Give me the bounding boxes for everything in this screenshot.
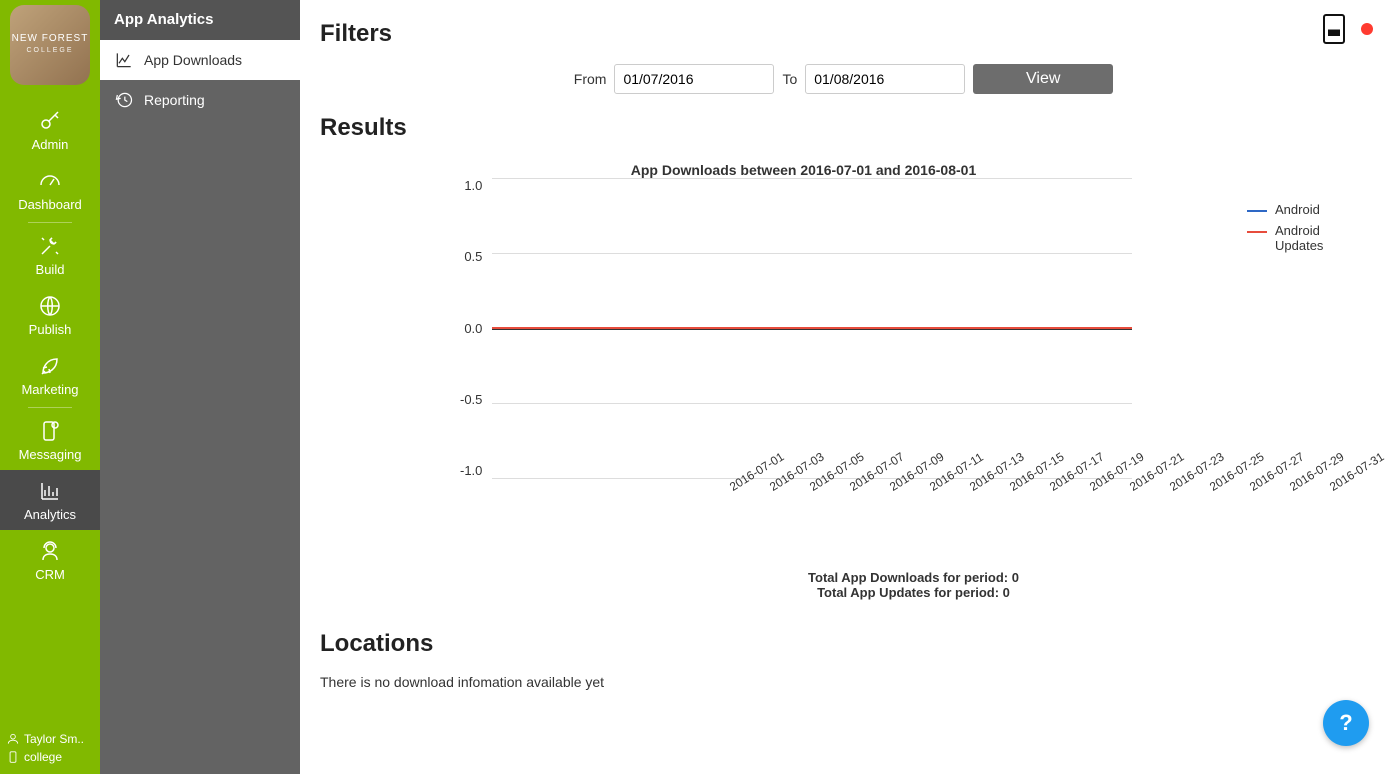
primary-nav-rail: NEW FOREST COLLEGE Admin Dashboard Build [0,0,100,774]
tools-icon [38,234,62,258]
filters-heading: Filters [320,20,1367,48]
preview-phone-icon[interactable] [1323,14,1345,44]
gauge-icon [38,169,62,193]
rail-item-marketing[interactable]: Marketing [0,345,100,405]
chart-grid-line [492,403,1132,404]
from-label: From [574,71,607,87]
footer-org-name: college [24,750,62,764]
status-red-dot[interactable] [1361,23,1373,35]
legend-label: Android Updates [1275,223,1367,253]
downloads-graph-icon [114,50,134,70]
subnav-panel: App Analytics App Downloads Reporting [100,0,300,774]
clock-back-icon [114,90,134,110]
chart-container: App Downloads between 2016-07-01 and 201… [320,162,1367,600]
locations-heading: Locations [320,630,1367,658]
help-icon: ? [1339,710,1352,736]
main-content: Filters From To View Results App Downloa… [300,0,1397,774]
chart-grid-line [492,178,1132,179]
globe-icon [38,294,62,318]
key-icon [38,109,62,133]
brand-line2: COLLEGE [12,45,89,57]
rail-item-crm[interactable]: CRM [0,530,100,590]
y-tick: 0.0 [464,321,482,336]
rail-separator [28,407,72,408]
rail-item-dashboard[interactable]: Dashboard [0,160,100,220]
rail-item-build[interactable]: Build [0,225,100,285]
locations-empty-text: There is no download infomation availabl… [320,674,1367,690]
y-tick: -0.5 [460,392,482,407]
rail-label: Analytics [24,507,76,522]
chart-totals: Total App Downloads for period: 0 Total … [460,570,1367,600]
rail-label: Marketing [21,382,78,397]
rail-label: Publish [29,322,72,337]
series-line-android-updates [492,327,1132,329]
rail-items: Admin Dashboard Build Publish Marke [0,90,100,726]
y-tick: -1.0 [460,463,482,478]
chart-icon [38,479,62,503]
view-button[interactable]: View [973,64,1113,94]
footer-org[interactable]: college [6,748,94,766]
to-input[interactable] [805,64,965,94]
chart-x-axis: 2016-07-012016-07-032016-07-052016-07-07… [727,478,1367,510]
chart-y-axis: 1.0 0.5 0.0 -0.5 -1.0 [460,178,492,478]
rail-separator [28,222,72,223]
legend-label: Android [1275,202,1320,217]
subnav-title: App Analytics [100,0,300,40]
chart-legend: Android Android Updates [1247,202,1367,259]
phone-chat-icon [38,419,62,443]
rail-label: CRM [35,567,65,582]
subnav-item-downloads[interactable]: App Downloads [100,40,300,80]
total-updates: Total App Updates for period: 0 [460,585,1367,600]
rail-label: Build [36,262,65,277]
legend-android: Android [1247,202,1367,217]
to-label: To [782,71,797,87]
rail-item-admin[interactable]: Admin [0,100,100,160]
chart-title: App Downloads between 2016-07-01 and 201… [460,162,1367,178]
footer-user-name: Taylor Sm.. [24,732,84,746]
user-icon [6,732,20,746]
rail-label: Messaging [19,447,82,462]
brand-line1: NEW FOREST [12,33,89,44]
subnav-item-reporting[interactable]: Reporting [100,80,300,120]
subnav-label: Reporting [144,92,205,108]
top-right-icons [1323,14,1373,44]
from-input[interactable] [614,64,774,94]
rail-label: Admin [32,137,69,152]
help-button[interactable]: ? [1323,700,1369,746]
footer-user[interactable]: Taylor Sm.. [6,730,94,748]
y-tick: 0.5 [464,249,482,264]
chart-grid-line [492,253,1132,254]
rail-item-messaging[interactable]: Messaging [0,410,100,470]
results-heading: Results [320,114,1367,142]
person-headset-icon [38,539,62,563]
total-downloads: Total App Downloads for period: 0 [460,570,1367,585]
legend-swatch-updates [1247,231,1267,233]
filter-row: From To View [320,64,1367,94]
rail-item-publish[interactable]: Publish [0,285,100,345]
brand-logo[interactable]: NEW FOREST COLLEGE [10,5,90,85]
chart-plot-area [492,178,1132,478]
rail-footer: Taylor Sm.. college [0,726,100,774]
subnav-label: App Downloads [144,52,242,68]
legend-android-updates: Android Updates [1247,223,1367,253]
rail-label: Dashboard [18,197,82,212]
phone-small-icon [6,750,20,764]
legend-swatch-android [1247,210,1267,212]
rocket-icon [38,354,62,378]
y-tick: 1.0 [464,178,482,193]
rail-item-analytics[interactable]: Analytics [0,470,100,530]
